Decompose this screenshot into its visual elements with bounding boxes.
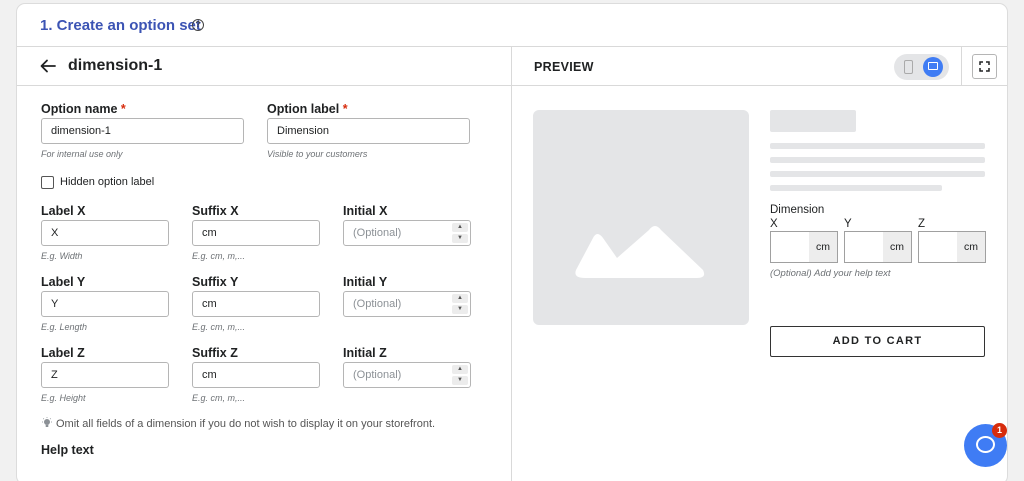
option-label-label: Option label *: [267, 102, 348, 116]
option-title: dimension-1: [68, 57, 163, 74]
card-header: 1. Create an option set ?: [17, 4, 1007, 47]
preview-y-input[interactable]: cm: [844, 231, 912, 263]
initial-x-input[interactable]: (Optional) ▲ ▼: [343, 220, 471, 246]
preview-z-input[interactable]: cm: [918, 231, 986, 263]
label-z-label: Label Z: [41, 346, 85, 360]
preview-x-suffix: cm: [809, 232, 837, 262]
device-toggle[interactable]: [894, 54, 949, 80]
mobile-icon[interactable]: [904, 60, 913, 74]
text-skeleton: [770, 171, 985, 177]
initial-x-stepper[interactable]: ▲ ▼: [452, 223, 468, 243]
suffix-y-hint: E.g. cm, m,...: [192, 322, 246, 332]
hidden-option-label-checkbox[interactable]: [41, 176, 54, 189]
preview-x-input[interactable]: cm: [770, 231, 838, 263]
preview-y-label: Y: [844, 218, 852, 230]
suffix-z-input[interactable]: cm: [192, 362, 320, 388]
option-name-label: Option name *: [41, 102, 126, 116]
chat-bubble-icon: [976, 436, 995, 453]
option-name-input[interactable]: dimension-1: [41, 118, 244, 144]
fullscreen-icon: [979, 61, 990, 72]
title-skeleton: [770, 110, 856, 132]
initial-z-input[interactable]: (Optional) ▲ ▼: [343, 362, 471, 388]
fullscreen-wrap: [961, 47, 1007, 86]
suffix-y-label: Suffix Y: [192, 275, 239, 289]
initial-z-label: Initial Z: [343, 346, 387, 360]
lightbulb-icon: [42, 417, 52, 427]
option-label-input[interactable]: Dimension: [267, 118, 470, 144]
label-z-input[interactable]: Z: [41, 362, 169, 388]
preview-z-suffix: cm: [957, 232, 985, 262]
label-x-input[interactable]: X: [41, 220, 169, 246]
preview-header: PREVIEW: [512, 47, 1007, 86]
label-x-label: Label X: [41, 204, 86, 218]
label-z-hint: E.g. Height: [41, 393, 86, 403]
initial-z-stepper[interactable]: ▲ ▼: [452, 365, 468, 385]
help-text-label: Help text: [41, 443, 94, 457]
label-y-label: Label Y: [41, 275, 86, 289]
desktop-view-button[interactable]: [923, 57, 943, 77]
suffix-z-label: Suffix Z: [192, 346, 238, 360]
option-set-card: 1. Create an option set ? dimension-1 Op…: [17, 4, 1007, 481]
option-form-panel: dimension-1 Option name * dimension-1 Fo…: [17, 47, 511, 481]
preview-panel: PREVIEW Dimension X Y Z cm cm cm (Option…: [511, 47, 1007, 481]
option-name-hint: For internal use only: [41, 149, 123, 159]
option-header: dimension-1: [17, 47, 511, 86]
label-y-hint: E.g. Length: [41, 322, 88, 332]
preview-x-label: X: [770, 218, 778, 230]
product-image-placeholder: [533, 110, 749, 325]
page-title: 1. Create an option set: [40, 17, 201, 34]
mountain-image-icon: [575, 226, 705, 278]
initial-y-label: Initial Y: [343, 275, 388, 289]
preview-option-label: Dimension: [770, 204, 825, 216]
text-skeleton: [770, 143, 985, 149]
add-to-cart-button[interactable]: ADD TO CART: [770, 326, 985, 357]
arrow-left-icon[interactable]: [39, 57, 57, 75]
initial-y-input[interactable]: (Optional) ▲ ▼: [343, 291, 471, 317]
text-skeleton: [770, 185, 942, 191]
hidden-option-label-text: Hidden option label: [60, 176, 155, 188]
text-skeleton: [770, 157, 985, 163]
help-icon[interactable]: ?: [192, 19, 204, 31]
option-label-hint: Visible to your customers: [267, 149, 368, 159]
chat-badge: 1: [992, 423, 1007, 438]
preview-y-suffix: cm: [883, 232, 911, 262]
suffix-x-input[interactable]: cm: [192, 220, 320, 246]
suffix-z-hint: E.g. cm, m,...: [192, 393, 246, 403]
suffix-x-hint: E.g. cm, m,...: [192, 251, 246, 261]
preview-z-label: Z: [918, 218, 926, 230]
label-x-hint: E.g. Width: [41, 251, 83, 261]
omit-tip: Omit all fields of a dimension if you do…: [41, 417, 435, 430]
suffix-y-input[interactable]: cm: [192, 291, 320, 317]
preview-help-text: (Optional) Add your help text: [770, 268, 891, 279]
preview-title: PREVIEW: [534, 60, 594, 74]
initial-y-stepper[interactable]: ▲ ▼: [452, 294, 468, 314]
desktop-icon: [928, 62, 938, 70]
fullscreen-button[interactable]: [972, 54, 997, 79]
suffix-x-label: Suffix X: [192, 204, 239, 218]
chat-button[interactable]: 1: [964, 423, 1007, 467]
initial-x-label: Initial X: [343, 204, 388, 218]
label-y-input[interactable]: Y: [41, 291, 169, 317]
